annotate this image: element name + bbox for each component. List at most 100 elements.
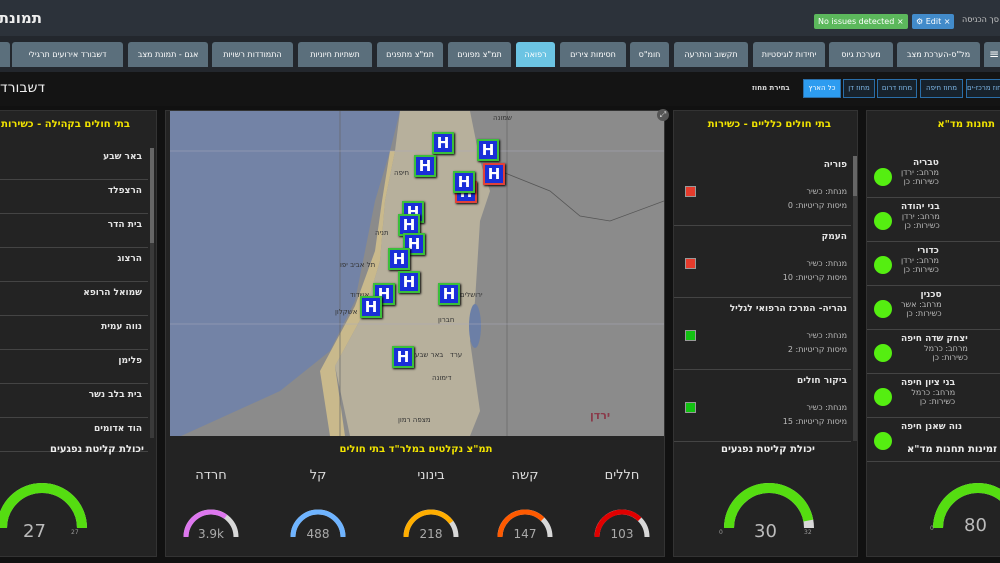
tab[interactable]: מערכת גיוס [829,42,893,67]
hospital-marker-icon[interactable]: H [453,171,475,193]
tab[interactable]: תמ"צ מתפנים [377,42,443,67]
panel-title: בתי חולים בקהילה - כשירות [1,119,130,130]
station-name: נוה שאנן חיפה [901,422,963,432]
casualties-title: תמ"צ נקלטים במלר"ד בתי חולים [339,444,493,455]
station-region: מרחב: כרמל [924,344,968,353]
station-item[interactable]: יצחק שדה חיפה מרחב: כרמל כשירות: כן [867,330,1000,374]
tab[interactable]: חומ"ס [630,42,669,67]
casualty-value: 147 [513,527,537,541]
hospital-name: שמואל הרופא [83,288,142,298]
station-item[interactable]: טבריה מרחב: ירדן כשירות: כן [867,154,1000,198]
casualty-value: 3.9k [197,527,225,541]
hospital-item[interactable]: בית בלב נשר [0,384,148,418]
hospital-marker-icon[interactable]: H [432,132,454,154]
district-dan[interactable]: מחוז דן [843,79,875,98]
station-readiness: כשירות: כן [903,177,939,186]
district-south[interactable]: מחוז דרום [877,79,917,98]
tab[interactable]: דשבורד אירועים תרגילי [12,42,123,67]
entry-screen-link[interactable]: סך הכניסה [962,15,999,24]
hospital-marker-icon[interactable]: H [483,163,505,185]
station-item[interactable]: בני ציון חיפה מרחב: כרמל כשירות: כן [867,374,1000,418]
station-name: טבריה [913,158,939,168]
casualty-label: קשה [511,468,539,483]
status-indicator-icon [874,432,892,450]
tab[interactable]: יחידות לוגיסטיות [753,42,825,67]
helipad-status: מנחת: כשיר [806,331,847,340]
hospital-marker-icon[interactable]: H [360,296,382,318]
status-square-icon [685,330,696,341]
dashboard-title: תמונת [0,9,42,27]
fullscreen-icon[interactable]: ⤢ [657,109,669,121]
map-city-label: מצפה רמון [398,416,431,424]
community-hospitals-panel: בתי חולים בקהילה - כשירות באר שבע הרצפלד ב… [0,110,157,557]
station-name: בני יהודה [901,202,940,212]
tab[interactable]: תקשוב והתרעה [674,42,748,67]
district-all[interactable]: כל הארץ [803,79,841,98]
edit-button[interactable]: ⚙ Edit × [912,14,955,29]
station-item[interactable]: נוה שאנן חיפה [867,418,1000,462]
hospital-item[interactable]: פוריה מנחת: כשיר מיסות קריטיות: 0 [674,154,851,226]
hospital-item[interactable]: הרצפלד [0,180,148,214]
tab[interactable]: התמודדות רשויות [212,42,293,67]
gauge-min: 0 [719,529,723,536]
hospital-item[interactable]: נהריה- המרכז הרפואי לגליל מנחת: כשיר מיסות… [674,298,851,370]
tab[interactable]: רפואה [516,42,555,67]
tab[interactable]: חסימות צירים [560,42,626,67]
hospital-item[interactable]: בית הדר [0,214,148,248]
scrollbar[interactable] [853,156,857,441]
station-item[interactable]: בני יהודה מרחב: ירדן כשירות: כן [867,198,1000,242]
gauge-max: 32 [804,529,812,536]
helipad-status: מנחת: כשיר [806,187,847,196]
status-square-icon [685,258,696,269]
hospital-item[interactable]: הרצוג [0,248,148,282]
hospital-marker-icon[interactable]: H [414,155,436,177]
critical-beds: מיסות קריטיות: 15 [782,417,847,426]
mda-availability-gauge [933,483,1000,529]
hospital-marker-icon[interactable]: H [388,248,410,270]
station-region: מרחב: ירדן [901,256,939,265]
hospital-marker-icon[interactable]: H [477,139,499,161]
hospital-marker-icon[interactable]: H [392,346,414,368]
tab[interactable]: דש [0,42,10,67]
hospital-item[interactable]: שמואל הרופא [0,282,148,316]
district-center[interactable]: מחוז מרכז-ים [966,79,1000,98]
station-readiness: כשירות: כן [904,221,940,230]
map[interactable]: שמונה חיפה תניה תל אביב יפו אשדוד אשקלון… [170,111,664,436]
hamburger-menu-icon[interactable]: ≡ [984,42,1000,67]
station-item[interactable]: סכנין מרחב: אשר כשירות: כן [867,286,1000,330]
helipad-status: מנחת: כשיר [806,403,847,412]
hospital-name: פוריה [823,160,847,170]
hospital-item[interactable]: נווה עמית [0,316,148,350]
casualty-label: חרדה [195,468,227,483]
map-city-label: שמונה [493,114,512,122]
station-name: בני ציון חיפה [901,378,956,388]
hospital-name: העמק [821,232,847,242]
page-title: דשבורד [0,80,46,96]
tab[interactable]: אגם - תמונת מצב [128,42,208,67]
status-indicator-icon [874,300,892,318]
station-readiness: כשירות: כן [919,397,956,406]
district-haifa[interactable]: מחוז חיפה [920,79,963,98]
hospital-marker-icon[interactable]: H [398,271,420,293]
scrollbar[interactable] [150,148,154,438]
station-item[interactable]: כדורי מרחב: ירדן כשירות: כן [867,242,1000,286]
panel-title: בתי חולים כלליים - כשירות [707,119,831,130]
hospital-item[interactable]: ביקור חולים מנחת: כשיר מיסות קריטיות: 15 [674,370,851,442]
hospital-item[interactable]: באר שבע [0,146,148,180]
capacity-gauge [0,483,87,529]
map-city-label: ערד [450,351,463,359]
hospital-marker-icon[interactable]: H [438,283,460,305]
status-square-icon [685,186,696,197]
gauge-title: יכולת קליטת נפגעים [49,444,144,455]
map-city-label: תניה [375,229,389,237]
hospital-item[interactable]: העמק מנחת: כשיר מיסות קריטיות: 10 [674,226,851,298]
status-square-icon [685,402,696,413]
tab[interactable]: תמ"צ מפונים [448,42,511,67]
gauge-max: 27 [71,529,79,536]
hospital-item[interactable]: פלימן [0,350,148,384]
tab[interactable]: תשתיות חיוניות [298,42,372,67]
station-name: כדורי [917,246,939,256]
status-badge[interactable]: No issues detected × [814,14,908,29]
tab[interactable]: מל"ס-הערכת מצב [897,42,980,67]
map-city-label: חיפה [394,169,410,177]
